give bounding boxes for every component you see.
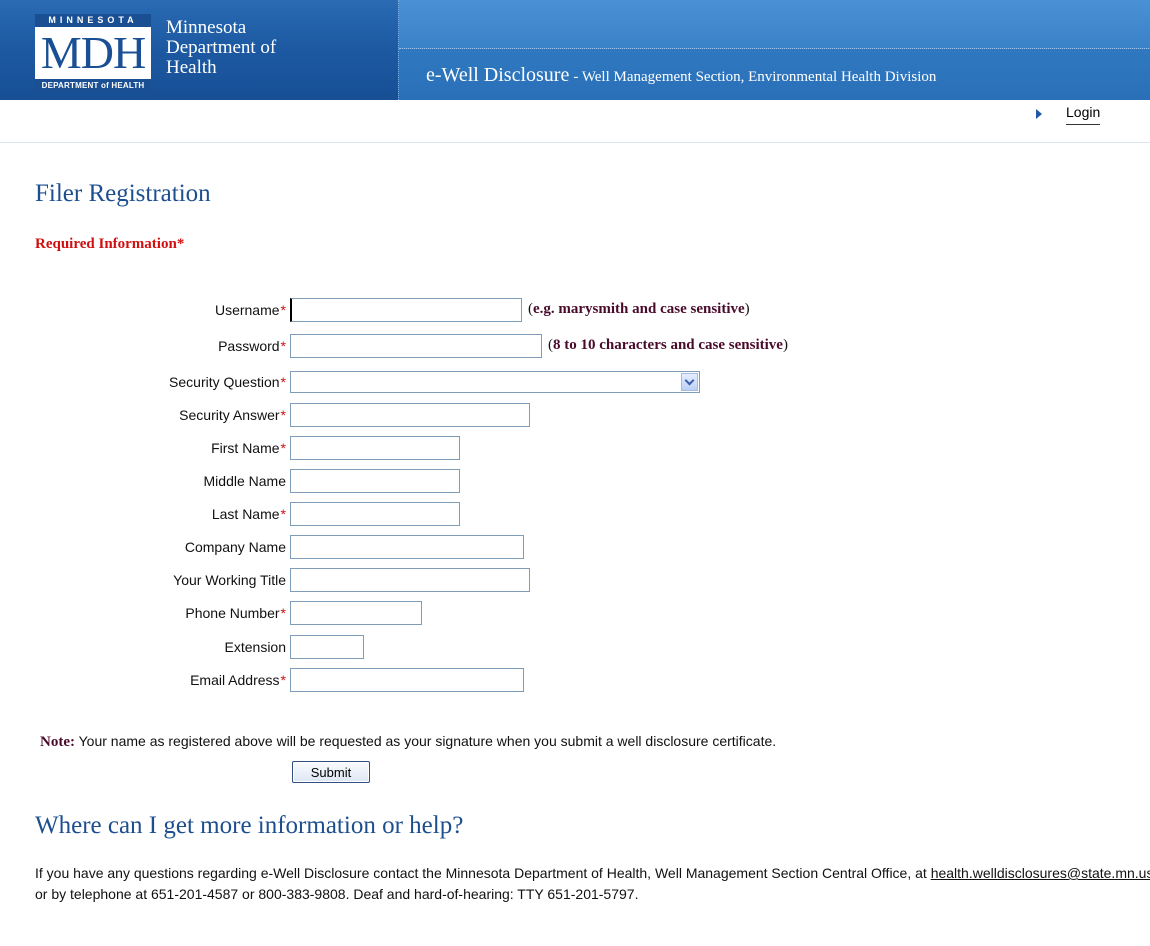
email-address-label-text: Email Address bbox=[190, 672, 280, 688]
your-working-title-input[interactable] bbox=[290, 568, 530, 592]
security-question-select[interactable] bbox=[290, 371, 700, 393]
extension-label: Extension bbox=[225, 639, 286, 655]
logo-area: MINNESOTA MDH DEPARTMENT of HEALTH Minne… bbox=[0, 0, 398, 100]
company-name-label: Company Name bbox=[185, 539, 286, 555]
email-address-input[interactable] bbox=[290, 668, 524, 692]
username-input[interactable] bbox=[290, 298, 522, 322]
note-label: Note: bbox=[40, 734, 75, 750]
help-heading: Where can I get more information or help… bbox=[35, 812, 464, 839]
required-label-text: Required Information bbox=[35, 236, 177, 252]
last-name-label-text: Last Name bbox=[211, 506, 280, 522]
required-information-label: Required Information* bbox=[35, 236, 184, 253]
company-name-input[interactable] bbox=[290, 535, 524, 559]
security-answer-input[interactable] bbox=[290, 403, 530, 427]
required-marker: * bbox=[176, 236, 185, 252]
app-title: e-Well Disclosure - Well Management Sect… bbox=[426, 64, 936, 87]
phone-number-label: Phone Number* bbox=[185, 605, 286, 621]
org-name-line: Department of bbox=[166, 37, 277, 58]
username-row: Username* bbox=[0, 298, 286, 324]
password-input[interactable] bbox=[290, 334, 542, 358]
submit-button[interactable]: Submit bbox=[292, 761, 370, 783]
middle-name-label: Middle Name bbox=[204, 473, 286, 489]
app-title-main: e-Well Disclosure bbox=[426, 64, 570, 86]
middle-name-input[interactable] bbox=[290, 469, 460, 493]
org-name-line: Minnesota bbox=[166, 17, 247, 38]
site-header: MINNESOTA MDH DEPARTMENT of HEALTH Minne… bbox=[0, 0, 1150, 100]
security-question-label: Security Question* bbox=[169, 374, 286, 390]
last-name-input[interactable] bbox=[290, 502, 460, 526]
signature-note: Note: Your name as registered above will… bbox=[40, 733, 776, 751]
password-label-text: Password bbox=[218, 338, 280, 354]
required-asterisk: * bbox=[280, 374, 286, 390]
security-question-row: Security Question* bbox=[0, 370, 286, 396]
logo-main-text: MDH bbox=[40, 27, 146, 78]
dropdown-button[interactable] bbox=[681, 373, 698, 391]
middle-name-row: Middle Name bbox=[0, 469, 286, 495]
last-name-label: Last Name* bbox=[212, 506, 286, 522]
logo-top-text: MINNESOTA bbox=[35, 14, 151, 27]
required-asterisk: * bbox=[280, 672, 286, 688]
security-answer-label: Security Answer* bbox=[179, 407, 286, 423]
security-answer-label-text: Security Answer bbox=[179, 407, 280, 423]
first-name-label-text: First Name bbox=[211, 440, 280, 456]
required-asterisk: * bbox=[280, 338, 286, 354]
hint-text: e.g. marysmith and case sensitive bbox=[533, 301, 745, 317]
password-hint: (8 to 10 characters and case sensitive) bbox=[548, 337, 788, 354]
your-working-title-label-text: Your Working Title bbox=[173, 572, 286, 588]
email-address-label: Email Address* bbox=[190, 672, 286, 688]
extension-input[interactable] bbox=[290, 635, 364, 659]
page-title: Filer Registration bbox=[35, 180, 211, 207]
phone-number-input[interactable] bbox=[290, 601, 422, 625]
extension-row: Extension bbox=[0, 635, 286, 661]
extension-label-text: Extension bbox=[224, 639, 286, 655]
required-asterisk: * bbox=[280, 440, 286, 456]
phone-number-label-text: Phone Number bbox=[185, 605, 280, 621]
header-banner: e-Well Disclosure - Well Management Sect… bbox=[398, 0, 1150, 100]
app-title-subtitle: - Well Management Section, Environmental… bbox=[573, 69, 937, 85]
password-row: Password* bbox=[0, 334, 286, 360]
required-asterisk: * bbox=[280, 605, 286, 621]
first-name-row: First Name* bbox=[0, 436, 286, 462]
chevron-down-icon bbox=[684, 375, 695, 386]
required-asterisk: * bbox=[280, 506, 286, 522]
middle-name-label-text: Middle Name bbox=[203, 473, 286, 489]
company-name-label-text: Company Name bbox=[184, 539, 286, 555]
help-text: If you have any questions regarding e-We… bbox=[35, 863, 1150, 905]
first-name-label: First Name* bbox=[211, 440, 286, 456]
password-label: Password* bbox=[218, 338, 286, 354]
email-address-row: Email Address* bbox=[0, 668, 286, 694]
hint-paren: ) bbox=[744, 301, 750, 317]
org-name-line: Health bbox=[166, 57, 217, 78]
first-name-input[interactable] bbox=[290, 436, 460, 460]
note-text: Your name as registered above will be re… bbox=[78, 733, 777, 749]
utility-bar bbox=[0, 100, 1150, 143]
hint-text: 8 to 10 characters and case sensitive bbox=[553, 337, 783, 353]
help-text-before: If you have any questions regarding e-We… bbox=[35, 865, 931, 881]
company-name-row: Company Name bbox=[0, 535, 286, 561]
last-name-row: Last Name* bbox=[0, 502, 286, 528]
arrow-right-icon bbox=[1036, 109, 1042, 119]
help-email-link[interactable]: health.welldisclosures@state.mn.us bbox=[931, 865, 1150, 881]
logo-bottom-text: DEPARTMENT of HEALTH bbox=[35, 79, 151, 92]
org-name: Minnesota Department of Health bbox=[166, 18, 276, 78]
security-question-label-text: Security Question bbox=[169, 374, 280, 390]
hint-paren: ) bbox=[782, 337, 788, 353]
username-hint: (e.g. marysmith and case sensitive) bbox=[528, 301, 750, 318]
required-asterisk: * bbox=[280, 407, 286, 423]
login-link[interactable]: Login bbox=[1066, 104, 1101, 125]
your-working-title-row: Your Working Title bbox=[0, 568, 286, 594]
header-top-band bbox=[399, 0, 1150, 49]
help-text-after: or by telephone at 651-201-4587 or 800-3… bbox=[35, 886, 639, 902]
your-working-title-label: Your Working Title bbox=[173, 572, 286, 588]
username-label: Username* bbox=[215, 302, 286, 318]
required-asterisk: * bbox=[280, 302, 286, 318]
username-label-text: Username bbox=[214, 302, 280, 318]
mdh-logo[interactable]: MINNESOTA MDH DEPARTMENT of HEALTH bbox=[35, 14, 151, 92]
phone-number-row: Phone Number* bbox=[0, 601, 286, 627]
security-answer-row: Security Answer* bbox=[0, 403, 286, 429]
